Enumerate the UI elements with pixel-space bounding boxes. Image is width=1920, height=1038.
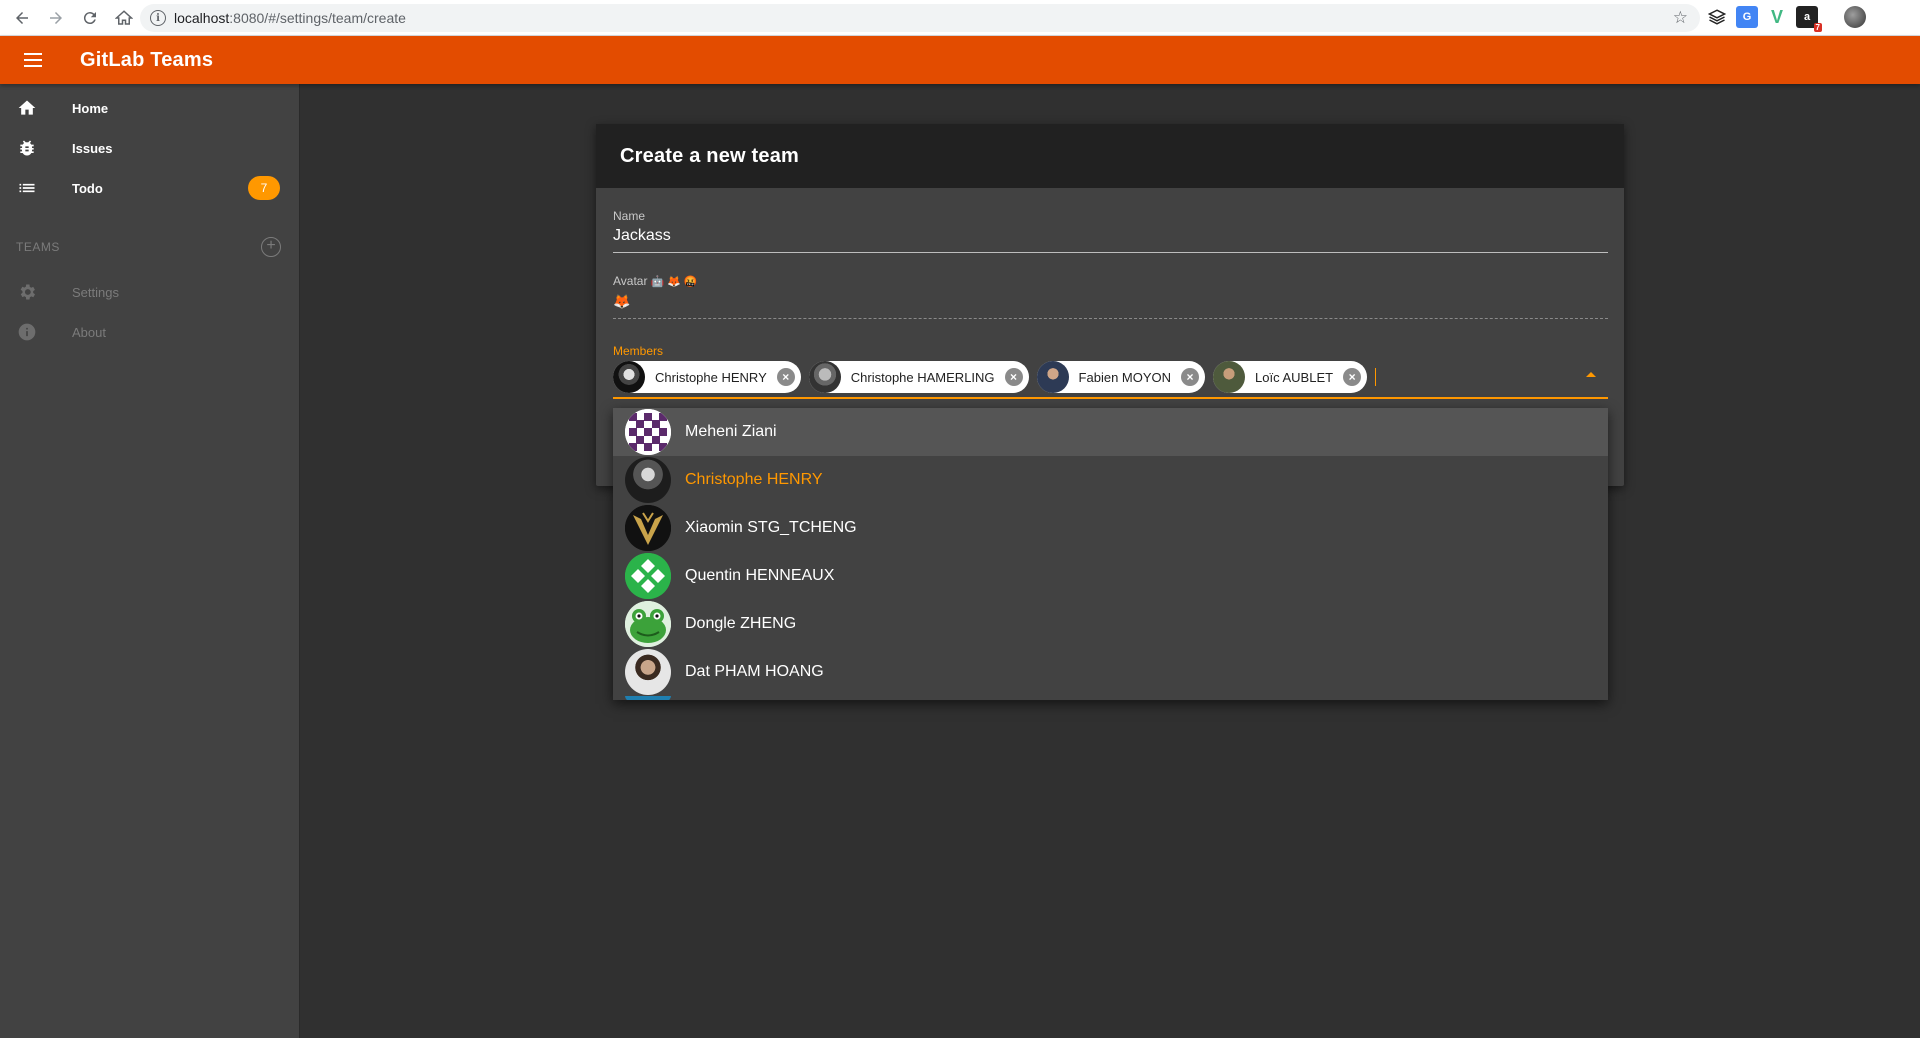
bug-icon	[16, 137, 38, 159]
list-item[interactable]: Christophe HENRY	[613, 456, 1608, 504]
members-input-cursor[interactable]	[1375, 368, 1377, 386]
remove-chip-icon[interactable]: ×	[1343, 368, 1362, 386]
teams-header: TEAMS +	[0, 222, 299, 272]
remove-chip-icon[interactable]: ×	[1004, 368, 1023, 386]
back-icon[interactable]	[10, 6, 34, 30]
list-icon	[16, 177, 38, 199]
member-chip-label: Christophe HENRY	[655, 369, 767, 385]
robot-emoji-option[interactable]: 🤖	[650, 275, 664, 288]
list-item[interactable]: Meheni Ziani	[613, 408, 1608, 456]
avatar	[1036, 361, 1069, 393]
remove-chip-icon[interactable]: ×	[776, 368, 795, 386]
sidebar-item-settings[interactable]: Settings	[0, 272, 299, 312]
translate-extension-icon[interactable]: G	[1736, 6, 1758, 28]
avatar	[625, 409, 671, 455]
option-label: Meheni Ziani	[685, 423, 777, 440]
bookmark-star-icon[interactable]: ☆	[1673, 8, 1688, 28]
list-item[interactable]: Dat PHAM HOANG	[613, 648, 1608, 696]
avatar	[613, 361, 645, 393]
extensions-tray: G V a7	[1706, 6, 1866, 32]
member-chip-label: Fabien MOYON	[1078, 369, 1172, 385]
name-label: Name	[613, 209, 646, 223]
home-browser-icon[interactable]	[112, 6, 136, 30]
sidebar-item-todo[interactable]: Todo 7	[0, 168, 299, 208]
info-icon	[16, 321, 38, 343]
list-item-partial	[613, 696, 1608, 700]
members-dropdown-menu: Meheni Ziani Christophe HENRY Xiaomin ST…	[613, 408, 1608, 700]
avatar	[625, 457, 671, 503]
avatar	[625, 553, 671, 599]
sidebar: Home Issues Todo 7 TEAMS + Settings Abou…	[0, 84, 300, 1038]
avatar	[808, 361, 841, 393]
amazon-extension-icon[interactable]: a7	[1796, 6, 1822, 32]
sidebar-item-about[interactable]: About	[0, 312, 299, 352]
dropdown-caret-icon[interactable]	[1586, 372, 1596, 377]
sidebar-item-home[interactable]: Home	[0, 88, 299, 128]
member-chip[interactable]: Loïc AUBLET ×	[1213, 361, 1368, 393]
sidebar-item-label: About	[72, 324, 106, 340]
members-field[interactable]: Members Christophe HENRY × Christophe HA…	[613, 344, 1608, 399]
avatar	[625, 601, 671, 647]
option-label: Xiaomin STG_TCHENG	[685, 519, 857, 536]
hamburger-menu-icon[interactable]	[24, 48, 48, 72]
add-team-icon[interactable]: +	[261, 237, 281, 257]
avatar-value[interactable]: 🦊	[613, 293, 1608, 310]
name-field[interactable]: Name Jackass	[613, 209, 1608, 253]
avatar	[625, 505, 671, 551]
url-text: localhost:8080/#/settings/team/create	[174, 10, 406, 26]
member-chip-label: Christophe HAMERLING	[850, 369, 995, 385]
angry-emoji-option[interactable]: 🤬	[684, 275, 698, 288]
gear-icon	[16, 281, 38, 303]
member-chip-label: Loïc AUBLET	[1255, 369, 1334, 385]
list-item[interactable]: Dongle ZHENG	[613, 600, 1608, 648]
member-chips: Christophe HENRY × Christophe HAMERLING …	[613, 361, 1608, 393]
reload-icon[interactable]	[78, 6, 102, 30]
vue-devtools-icon[interactable]: V	[1766, 6, 1788, 28]
avatar-label: Avatar	[613, 274, 648, 288]
option-label: Christophe HENRY	[685, 471, 823, 488]
avatar-field[interactable]: Avatar 🤖 🦊 🤬 🦊	[613, 274, 1608, 319]
member-chip[interactable]: Fabien MOYON ×	[1036, 361, 1206, 393]
sidebar-item-label: Home	[72, 100, 109, 116]
avatar	[1213, 361, 1246, 393]
avatar-label-row: Avatar 🤖 🦊 🤬	[613, 274, 1608, 288]
member-chip[interactable]: Christophe HENRY ×	[613, 361, 801, 393]
address-bar[interactable]: i localhost:8080/#/settings/team/create …	[140, 4, 1700, 32]
card-title: Create a new team	[596, 124, 1624, 188]
list-item[interactable]: Quentin HENNEAUX	[613, 552, 1608, 600]
members-label: Members	[613, 344, 664, 358]
profile-avatar[interactable]	[1844, 6, 1866, 28]
todo-count-badge: 7	[248, 176, 280, 200]
sidebar-item-label: Settings	[72, 284, 119, 300]
app-title: GitLab Teams	[80, 48, 214, 71]
sidebar-item-label: Todo	[72, 180, 103, 196]
list-item[interactable]: Xiaomin STG_TCHENG	[613, 504, 1608, 552]
app-bar: GitLab Teams	[0, 36, 1920, 84]
name-input[interactable]: Jackass	[613, 227, 1608, 245]
info-icon[interactable]: i	[150, 10, 166, 26]
layers-extension-icon[interactable]	[1706, 6, 1728, 28]
option-label: Dongle ZHENG	[685, 615, 797, 632]
home-icon	[16, 97, 38, 119]
remove-chip-icon[interactable]: ×	[1181, 368, 1200, 386]
fox-emoji-option[interactable]: 🦊	[667, 275, 681, 288]
browser-toolbar: i localhost:8080/#/settings/team/create …	[0, 0, 1920, 36]
member-chip[interactable]: Christophe HAMERLING ×	[808, 361, 1029, 393]
sidebar-item-issues[interactable]: Issues	[0, 128, 299, 168]
sidebar-item-label: Issues	[72, 140, 113, 156]
avatar	[625, 649, 671, 695]
teams-header-label: TEAMS	[16, 240, 60, 254]
forward-icon[interactable]	[44, 6, 68, 30]
avatar	[625, 696, 671, 700]
option-label: Quentin HENNEAUX	[685, 567, 835, 584]
option-label: Dat PHAM HOANG	[685, 663, 824, 680]
